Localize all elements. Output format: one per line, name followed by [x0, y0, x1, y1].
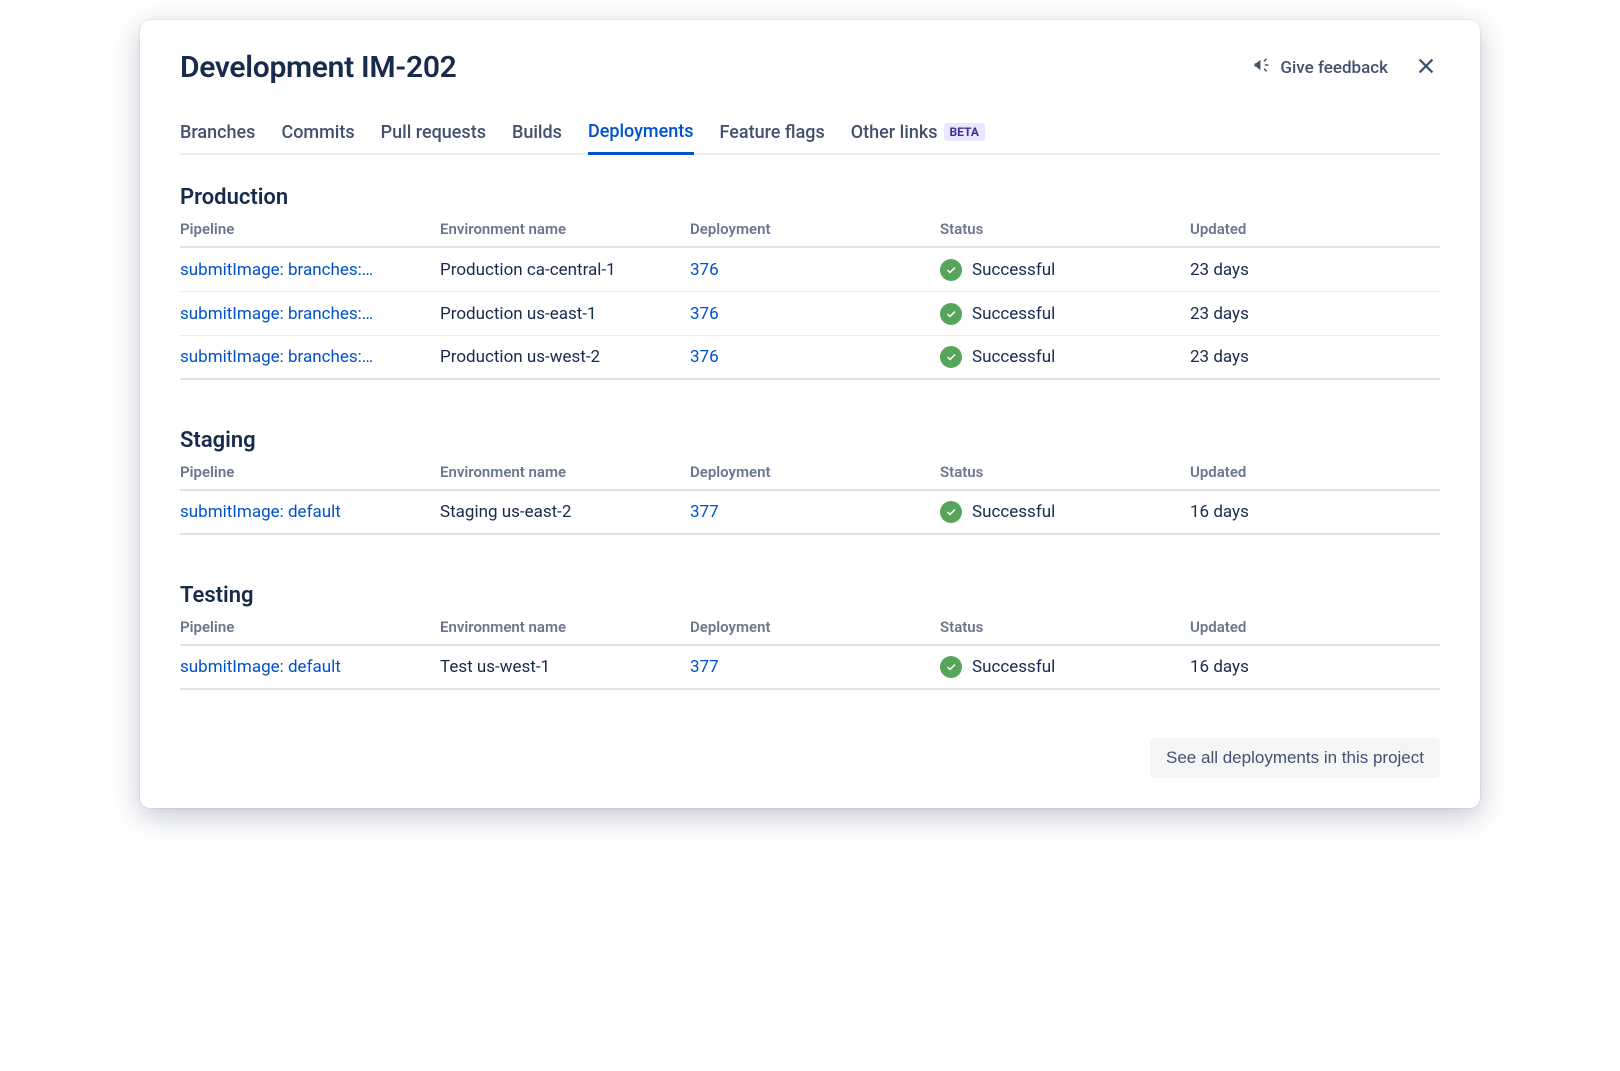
- section-testing: Testing PipelineEnvironment nameDeploymen…: [180, 583, 1440, 690]
- megaphone-icon: [1252, 55, 1272, 80]
- column-header-pipeline: Pipeline: [180, 220, 440, 238]
- success-check-icon: [940, 501, 962, 523]
- tab-label: Commits: [281, 122, 354, 143]
- section-title: Production: [180, 185, 1440, 210]
- pipeline-link[interactable]: submitImage: branches:…: [180, 347, 440, 367]
- column-header-status: Status: [940, 463, 1190, 481]
- close-button[interactable]: [1412, 54, 1440, 82]
- status-cell: Successful: [940, 346, 1190, 368]
- tab-pull-requests[interactable]: Pull requests: [381, 113, 486, 155]
- deployment-link[interactable]: 376: [690, 347, 940, 367]
- column-header-environment: Environment name: [440, 220, 690, 238]
- tab-feature-flags[interactable]: Feature flags: [720, 113, 825, 155]
- deployments-table: PipelineEnvironment nameDeploymentStatus…: [180, 618, 1440, 690]
- tab-label: Branches: [180, 122, 255, 143]
- column-header-deployment: Deployment: [690, 618, 940, 636]
- column-header-updated: Updated: [1190, 618, 1440, 636]
- section-title: Staging: [180, 428, 1440, 453]
- table-row: submitImage: branches:…Production ca-cen…: [180, 248, 1440, 292]
- deployment-link[interactable]: 377: [690, 502, 940, 522]
- pipeline-link[interactable]: submitImage: default: [180, 502, 440, 522]
- pipeline-link[interactable]: submitImage: default: [180, 657, 440, 677]
- updated-text: 23 days: [1190, 260, 1440, 280]
- column-header-deployment: Deployment: [690, 220, 940, 238]
- tab-bar: Branches Commits Pull requests Builds Deploy…: [180, 113, 1440, 155]
- tab-branches[interactable]: Branches: [180, 113, 255, 155]
- table-header: PipelineEnvironment nameDeploymentStatus…: [180, 220, 1440, 248]
- column-header-pipeline: Pipeline: [180, 463, 440, 481]
- tab-builds[interactable]: Builds: [512, 113, 562, 155]
- success-check-icon: [940, 346, 962, 368]
- beta-badge: BETA: [944, 123, 985, 141]
- dialog-footer: See all deployments in this project: [180, 738, 1440, 778]
- feedback-label: Give feedback: [1280, 58, 1388, 78]
- section-production: Production PipelineEnvironment nameDeploy…: [180, 185, 1440, 380]
- tab-label: Deployments: [588, 121, 694, 142]
- updated-text: 23 days: [1190, 347, 1440, 367]
- environment-name: Production ca-central-1: [440, 260, 690, 280]
- deployment-link[interactable]: 376: [690, 260, 940, 280]
- environment-name: Production us-west-2: [440, 347, 690, 367]
- table-header: PipelineEnvironment nameDeploymentStatus…: [180, 618, 1440, 646]
- see-all-deployments-button[interactable]: See all deployments in this project: [1150, 738, 1440, 778]
- section-staging: Staging PipelineEnvironment nameDeploymen…: [180, 428, 1440, 535]
- status-text: Successful: [972, 304, 1055, 324]
- status-text: Successful: [972, 347, 1055, 367]
- give-feedback-button[interactable]: Give feedback: [1252, 55, 1388, 80]
- development-dialog: Development IM-202 Give feedback Branche…: [140, 20, 1480, 808]
- status-cell: Successful: [940, 656, 1190, 678]
- table-header: PipelineEnvironment nameDeploymentStatus…: [180, 463, 1440, 491]
- pipeline-link[interactable]: submitImage: branches:…: [180, 260, 440, 280]
- tab-label: Builds: [512, 122, 562, 143]
- column-header-environment: Environment name: [440, 463, 690, 481]
- tab-other-links[interactable]: Other links BETA: [851, 113, 985, 155]
- column-header-deployment: Deployment: [690, 463, 940, 481]
- column-header-environment: Environment name: [440, 618, 690, 636]
- environment-name: Test us-west-1: [440, 657, 690, 677]
- column-header-status: Status: [940, 220, 1190, 238]
- table-row: submitImage: branches:…Production us-eas…: [180, 292, 1440, 336]
- status-text: Successful: [972, 260, 1055, 280]
- deployments-table: PipelineEnvironment nameDeploymentStatus…: [180, 463, 1440, 535]
- column-header-status: Status: [940, 618, 1190, 636]
- deployments-table: PipelineEnvironment nameDeploymentStatus…: [180, 220, 1440, 380]
- updated-text: 16 days: [1190, 657, 1440, 677]
- column-header-updated: Updated: [1190, 220, 1440, 238]
- deployment-link[interactable]: 376: [690, 304, 940, 324]
- environment-name: Production us-east-1: [440, 304, 690, 324]
- tab-label: Pull requests: [381, 122, 486, 143]
- column-header-pipeline: Pipeline: [180, 618, 440, 636]
- success-check-icon: [940, 656, 962, 678]
- close-icon: [1415, 55, 1437, 81]
- table-row: submitImage: defaultStaging us-east-2377…: [180, 491, 1440, 535]
- dialog-header: Development IM-202 Give feedback: [180, 50, 1440, 85]
- tab-label: Feature flags: [720, 122, 825, 143]
- header-actions: Give feedback: [1252, 54, 1440, 82]
- status-cell: Successful: [940, 259, 1190, 281]
- updated-text: 23 days: [1190, 304, 1440, 324]
- column-header-updated: Updated: [1190, 463, 1440, 481]
- success-check-icon: [940, 259, 962, 281]
- status-cell: Successful: [940, 501, 1190, 523]
- dialog-title: Development IM-202: [180, 50, 457, 85]
- tab-label: Other links: [851, 122, 938, 143]
- status-cell: Successful: [940, 303, 1190, 325]
- table-row: submitImage: defaultTest us-west-1377 Suc…: [180, 646, 1440, 690]
- table-row: submitImage: branches:…Production us-wes…: [180, 336, 1440, 380]
- tab-deployments[interactable]: Deployments: [588, 113, 694, 155]
- updated-text: 16 days: [1190, 502, 1440, 522]
- status-text: Successful: [972, 657, 1055, 677]
- status-text: Successful: [972, 502, 1055, 522]
- pipeline-link[interactable]: submitImage: branches:…: [180, 304, 440, 324]
- environment-name: Staging us-east-2: [440, 502, 690, 522]
- deployment-link[interactable]: 377: [690, 657, 940, 677]
- success-check-icon: [940, 303, 962, 325]
- tab-commits[interactable]: Commits: [281, 113, 354, 155]
- section-title: Testing: [180, 583, 1440, 608]
